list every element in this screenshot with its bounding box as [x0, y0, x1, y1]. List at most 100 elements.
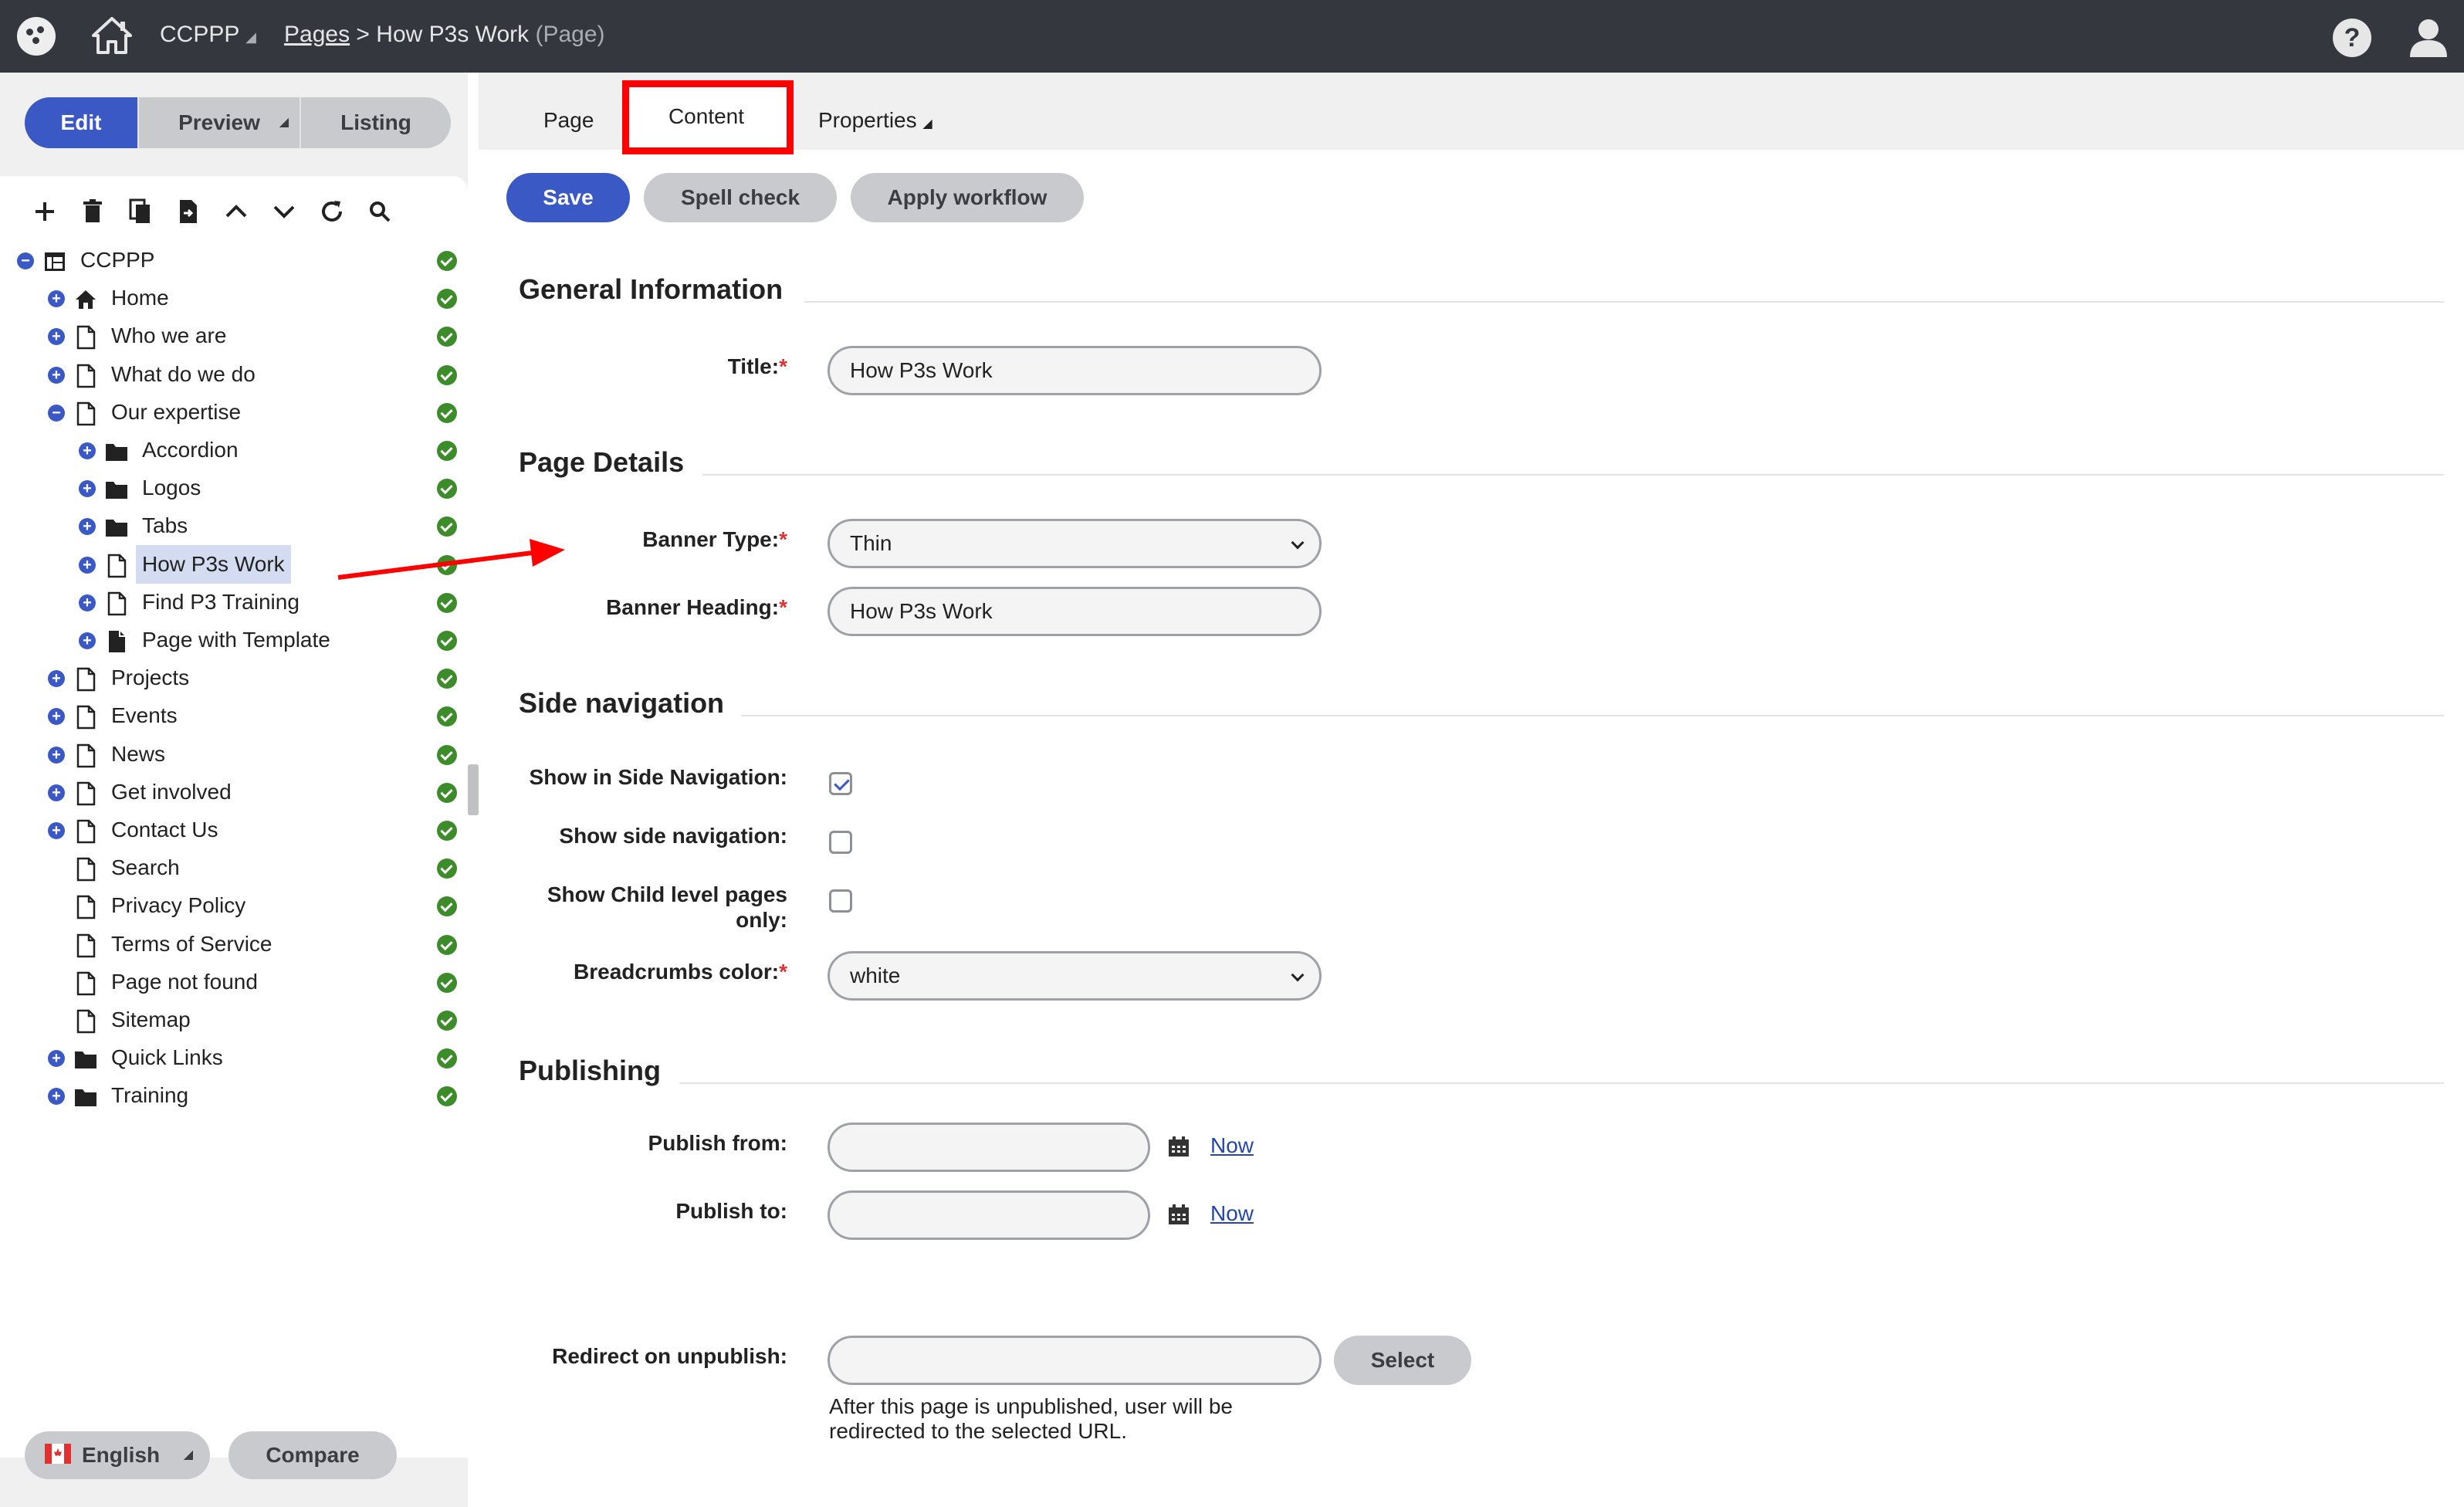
tree-item-label[interactable]: Find P3 Training: [142, 583, 300, 621]
tree-item[interactable]: + Contact Us: [0, 811, 468, 849]
search-icon[interactable]: [366, 198, 394, 225]
site-switcher[interactable]: CCPPP ◢: [160, 22, 256, 48]
tree-item[interactable]: + Quick Links: [0, 1038, 468, 1077]
expand-icon[interactable]: +: [48, 746, 65, 764]
tree-item[interactable]: + Page with Template: [0, 621, 468, 659]
tree-item-label[interactable]: Page with Template: [142, 621, 330, 659]
show-child-pages-checkbox[interactable]: [829, 889, 852, 913]
compare-button[interactable]: Compare: [228, 1431, 397, 1479]
move-up-icon[interactable]: [222, 198, 250, 225]
add-icon[interactable]: [31, 198, 59, 225]
help-icon[interactable]: ?: [2333, 19, 2371, 57]
tree-item[interactable]: + What do we do: [0, 355, 468, 394]
publish-to-input[interactable]: [828, 1190, 1150, 1240]
expand-icon[interactable]: +: [48, 822, 65, 839]
expand-icon[interactable]: +: [48, 290, 65, 308]
copy-icon[interactable]: [127, 198, 154, 225]
select-button[interactable]: Select: [1334, 1336, 1471, 1385]
tree-item-label[interactable]: Sitemap: [111, 1001, 191, 1039]
tree-item-label[interactable]: CCPPP: [80, 241, 154, 279]
redirect-input[interactable]: [828, 1336, 1322, 1385]
tab-properties[interactable]: Properties ◢: [818, 108, 932, 133]
tree-item[interactable]: + Projects: [0, 659, 468, 697]
listing-mode-tab[interactable]: Listing: [301, 97, 451, 148]
paste-icon[interactable]: [174, 198, 202, 225]
banner-heading-input[interactable]: How P3s Work: [828, 587, 1322, 636]
apply-workflow-button[interactable]: Apply workflow: [851, 173, 1084, 222]
tree-item[interactable]: + Accordion: [0, 431, 468, 469]
banner-type-select[interactable]: Thin: [828, 519, 1322, 568]
collapse-icon[interactable]: −: [48, 404, 65, 422]
edit-mode-tab[interactable]: Edit: [25, 97, 139, 148]
breadcrumb-pages-link[interactable]: Pages: [284, 22, 350, 47]
tree-item-label[interactable]: Search: [111, 848, 180, 887]
tree-item-label[interactable]: Home: [111, 279, 169, 317]
language-select[interactable]: English ◢: [25, 1431, 210, 1479]
calendar-icon[interactable]: [1167, 1135, 1190, 1158]
save-button[interactable]: Save: [506, 173, 630, 222]
tree-item[interactable]: − Our expertise: [0, 393, 468, 432]
expand-icon[interactable]: +: [79, 594, 96, 611]
tree-item[interactable]: + Who we are: [0, 317, 468, 355]
expand-icon[interactable]: +: [79, 480, 96, 498]
expand-icon[interactable]: +: [48, 1088, 65, 1106]
move-down-icon[interactable]: [270, 198, 298, 225]
refresh-icon[interactable]: [318, 198, 346, 225]
tree-item-label[interactable]: Page not found: [111, 963, 258, 1001]
expand-icon[interactable]: +: [79, 442, 96, 459]
expand-icon[interactable]: +: [48, 1050, 65, 1068]
tree-item[interactable]: Search: [0, 848, 468, 887]
expand-icon[interactable]: +: [48, 670, 65, 688]
calendar-icon[interactable]: [1167, 1203, 1190, 1226]
expand-icon[interactable]: +: [79, 556, 96, 574]
preview-mode-tab[interactable]: Preview ◢: [139, 97, 301, 148]
expand-icon[interactable]: +: [48, 328, 65, 346]
tree-item[interactable]: Sitemap: [0, 1001, 468, 1039]
breadcrumbs-color-select[interactable]: white: [828, 951, 1322, 1001]
collapse-icon[interactable]: −: [17, 252, 34, 269]
tree-item-label[interactable]: Training: [111, 1076, 188, 1115]
publish-to-now-link[interactable]: Now: [1210, 1201, 1254, 1226]
tree-item-label[interactable]: Our expertise: [111, 393, 241, 432]
tree-item-label[interactable]: Privacy Policy: [111, 886, 245, 925]
spell-check-button[interactable]: Spell check: [644, 173, 837, 222]
tree-item[interactable]: + Get involved: [0, 773, 468, 811]
app-logo-icon[interactable]: [17, 17, 56, 56]
tree-item[interactable]: Terms of Service: [0, 925, 468, 963]
tree-item[interactable]: + Home: [0, 279, 468, 317]
show-in-side-nav-checkbox[interactable]: [829, 772, 852, 795]
tree-item[interactable]: + News: [0, 735, 468, 774]
tree-item-label[interactable]: Get involved: [111, 773, 232, 811]
tree-item[interactable]: Page not found: [0, 963, 468, 1001]
tree-item[interactable]: + Events: [0, 696, 468, 735]
show-side-nav-checkbox[interactable]: [829, 831, 852, 854]
tree-item-label[interactable]: Terms of Service: [111, 925, 272, 963]
expand-icon[interactable]: +: [48, 784, 65, 801]
tree-item-label[interactable]: Logos: [142, 469, 201, 507]
expand-icon[interactable]: +: [48, 708, 65, 726]
tree-item[interactable]: − CCPPP: [0, 241, 468, 279]
expand-icon[interactable]: +: [79, 632, 96, 649]
tree-item[interactable]: + Tabs: [0, 506, 468, 545]
tree-item-label[interactable]: News: [111, 735, 165, 774]
publish-from-now-link[interactable]: Now: [1210, 1133, 1254, 1158]
tree-item-label[interactable]: Who we are: [111, 317, 226, 355]
tree-item[interactable]: + Find P3 Training: [0, 583, 468, 621]
tree-item[interactable]: + Logos: [0, 469, 468, 507]
publish-from-input[interactable]: [828, 1123, 1150, 1172]
tab-page[interactable]: Page: [543, 108, 594, 133]
tree-item-label[interactable]: Accordion: [142, 431, 239, 469]
tree-item[interactable]: + How P3s Work: [0, 544, 468, 584]
tree-item-label[interactable]: How P3s Work: [136, 544, 291, 584]
delete-icon[interactable]: [79, 198, 107, 225]
tree-item-label[interactable]: Quick Links: [111, 1038, 223, 1077]
tree-item-label[interactable]: Tabs: [142, 506, 188, 545]
user-icon[interactable]: [2407, 15, 2450, 59]
tree-item-label[interactable]: Events: [111, 696, 178, 735]
tree-item-label[interactable]: What do we do: [111, 355, 256, 394]
panel-splitter[interactable]: [468, 764, 479, 815]
tree-item-label[interactable]: Projects: [111, 659, 189, 697]
title-input[interactable]: How P3s Work: [828, 346, 1322, 395]
home-icon[interactable]: [91, 15, 133, 56]
expand-icon[interactable]: +: [79, 518, 96, 536]
